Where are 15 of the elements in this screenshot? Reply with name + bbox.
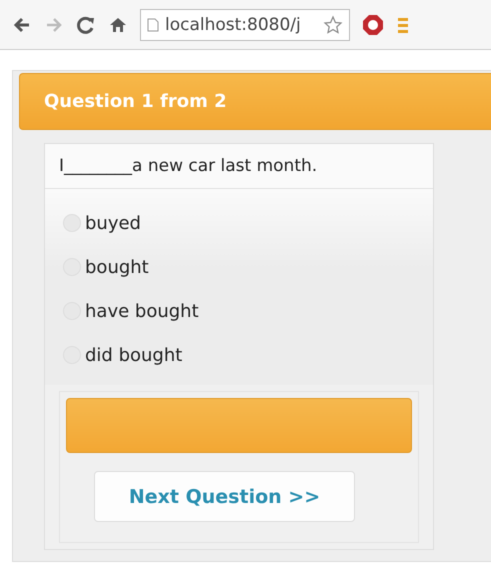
url-text: localhost:8080/j [165, 14, 302, 34]
answer-option[interactable]: buyed [63, 201, 433, 245]
stop-sign-icon[interactable] [362, 14, 384, 36]
radio-button[interactable] [63, 214, 81, 232]
menu-icon[interactable] [398, 16, 408, 34]
answer-option[interactable]: did bought [63, 333, 433, 377]
page-icon [147, 18, 159, 32]
address-bar[interactable]: localhost:8080/j [140, 8, 350, 40]
question-counter: Question 1 from 2 [44, 91, 227, 112]
question-text: I________a new car last month. [45, 144, 433, 189]
reload-icon[interactable] [76, 14, 96, 34]
next-question-button[interactable]: Next Question >> [94, 471, 355, 522]
star-icon[interactable] [323, 14, 343, 34]
answer-option[interactable]: bought [63, 245, 433, 289]
answer-option[interactable]: have bought [63, 289, 433, 333]
